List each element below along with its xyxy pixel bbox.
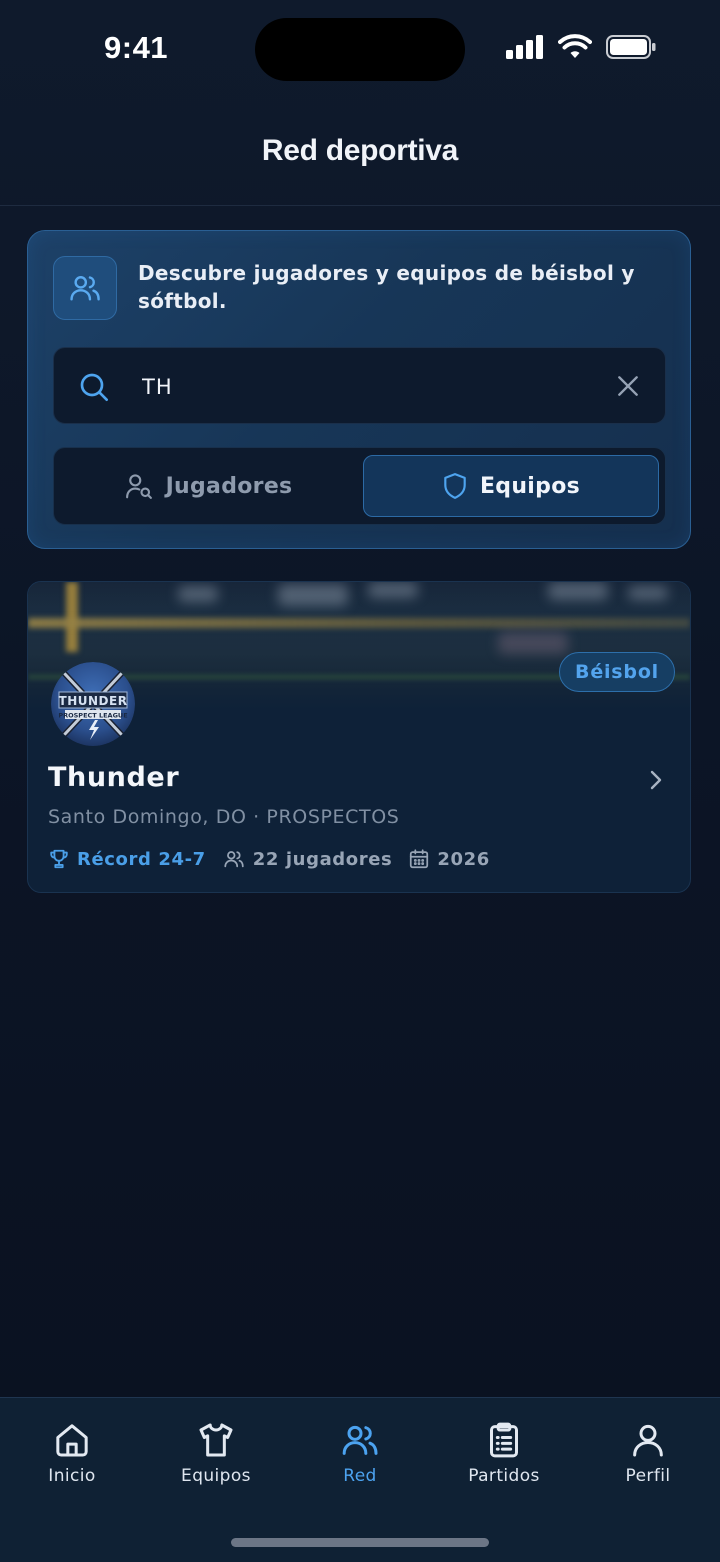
clipboard-icon [490, 1422, 518, 1458]
tab-equipos[interactable]: Equipos [144, 1420, 288, 1500]
team-players: 22 jugadores [222, 848, 393, 870]
team-location: Santo Domingo, DO · PROSPECTOS [48, 806, 400, 828]
status-time: 9:41 [104, 30, 169, 65]
chevron-right-icon [650, 770, 662, 790]
jersey-icon [199, 1423, 233, 1457]
home-indicator [231, 1538, 489, 1547]
status-icons [506, 34, 656, 59]
users-icon [70, 276, 100, 301]
tab-partidos[interactable]: Partidos [432, 1420, 576, 1500]
discover-icon-box [53, 256, 117, 320]
segment-players-label: Jugadores [165, 473, 293, 499]
team-record: Récord 24-7 [48, 848, 206, 870]
segment-teams-label: Equipos [479, 473, 581, 499]
discover-panel: Descubre jugadores y equipos de béisbol … [27, 230, 691, 549]
tab-perfil-label: Perfil [625, 1466, 671, 1486]
svg-text:PROSPECT LEAGUE: PROSPECT LEAGUE [58, 712, 127, 720]
discover-description: Descubre jugadores y equipos de béisbol … [138, 261, 635, 313]
user-icon [633, 1424, 663, 1457]
team-card[interactable]: Béisbol THUNDER PROSPECT LEAGUE Thunder [27, 581, 691, 893]
battery-icon [606, 34, 656, 59]
search-input[interactable] [140, 366, 584, 408]
user-search-icon [125, 474, 152, 499]
search-type-segmented-control: Jugadores Equipos [53, 447, 666, 525]
tab-red[interactable]: Red [288, 1420, 432, 1500]
segment-teams-button[interactable]: Equipos [363, 455, 659, 517]
tab-partidos-label: Partidos [468, 1466, 540, 1486]
trophy-icon [50, 849, 68, 869]
search-box[interactable] [53, 347, 666, 424]
team-year: 2026 [408, 848, 490, 870]
shield-icon [444, 473, 466, 499]
svg-text:THUNDER: THUNDER [59, 694, 128, 708]
tab-red-label: Red [343, 1466, 377, 1486]
team-players-text: 22 jugadores [252, 848, 393, 870]
dynamic-island [255, 18, 465, 81]
wifi-icon [558, 34, 592, 58]
close-icon[interactable] [615, 373, 641, 399]
tab-equipos-label: Equipos [181, 1466, 251, 1486]
team-logo: THUNDER PROSPECT LEAGUE [51, 662, 135, 746]
sport-badge: Béisbol [559, 652, 675, 692]
search-icon [80, 373, 108, 401]
users-icon [224, 851, 244, 868]
team-record-text: Récord 24-7 [77, 848, 206, 870]
cellular-signal-icon [506, 34, 543, 59]
users-icon [342, 1425, 378, 1455]
tab-inicio-label: Inicio [48, 1466, 96, 1486]
tab-perfil[interactable]: Perfil [576, 1420, 720, 1500]
team-meta: Récord 24-7 22 jugadores 2026 [48, 848, 506, 870]
home-icon [56, 1424, 88, 1457]
team-year-text: 2026 [437, 848, 490, 870]
status-bar: 9:41 [0, 0, 720, 100]
page-title: Red deportiva [261, 134, 459, 167]
segment-players-button[interactable]: Jugadores [60, 455, 356, 517]
page-header: Red deportiva [0, 100, 720, 206]
tab-inicio[interactable]: Inicio [0, 1420, 144, 1500]
calendar-icon [410, 849, 429, 869]
team-name: Thunder [48, 762, 180, 793]
